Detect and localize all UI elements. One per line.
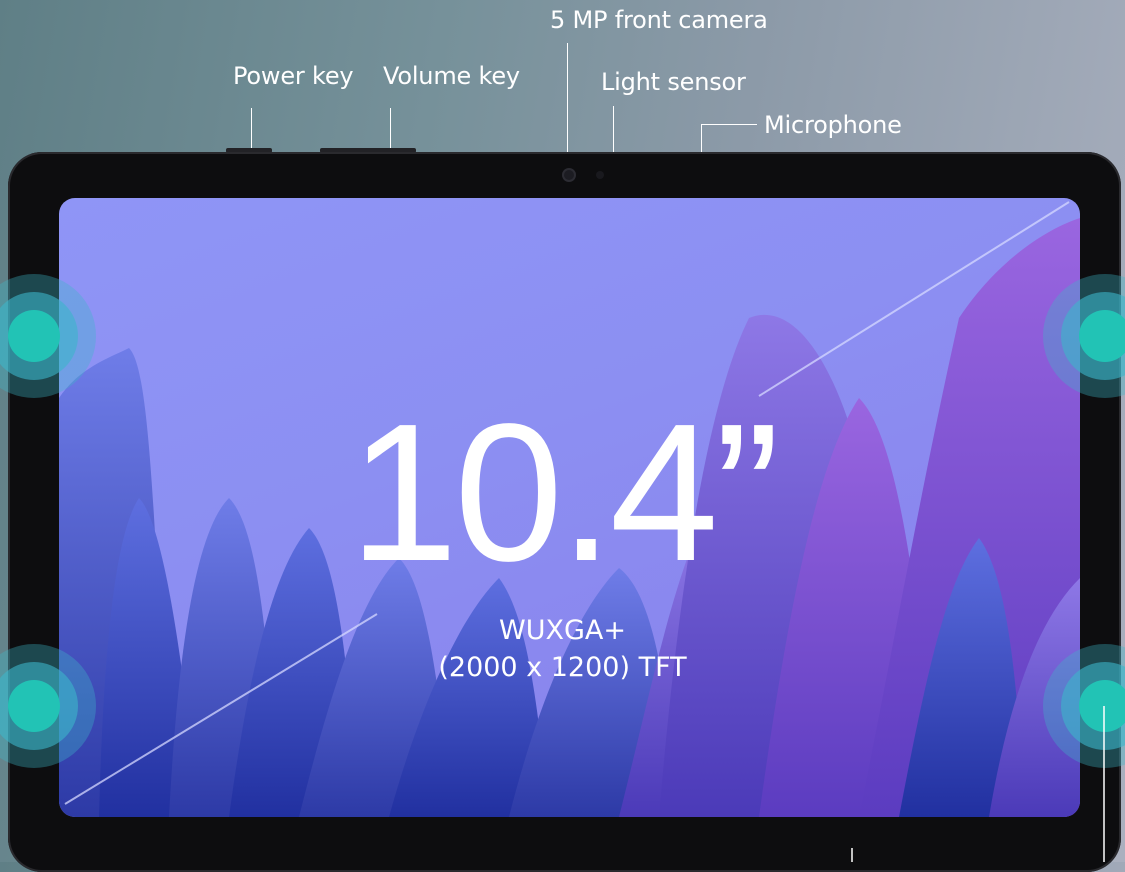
microphone-label: Microphone	[764, 111, 902, 139]
microphone-leader-h	[701, 124, 757, 125]
power-key-leader	[251, 108, 252, 148]
screen-size-text: 10.4”	[349, 383, 780, 602]
resolution-line-2: (2000 x 1200) TFT	[438, 652, 687, 683]
light-sensor-label: Light sensor	[601, 68, 746, 96]
light-sensor-icon	[596, 171, 604, 179]
front-camera-label: 5 MP front camera	[550, 6, 768, 34]
volume-key-label: Volume key	[383, 62, 520, 90]
power-key-label: Power key	[233, 62, 354, 90]
volume-key-leader	[390, 108, 391, 148]
front-camera-leader	[567, 43, 568, 167]
resolution-line-1: WUXGA+	[499, 615, 626, 646]
camera-lens-icon	[564, 170, 574, 180]
